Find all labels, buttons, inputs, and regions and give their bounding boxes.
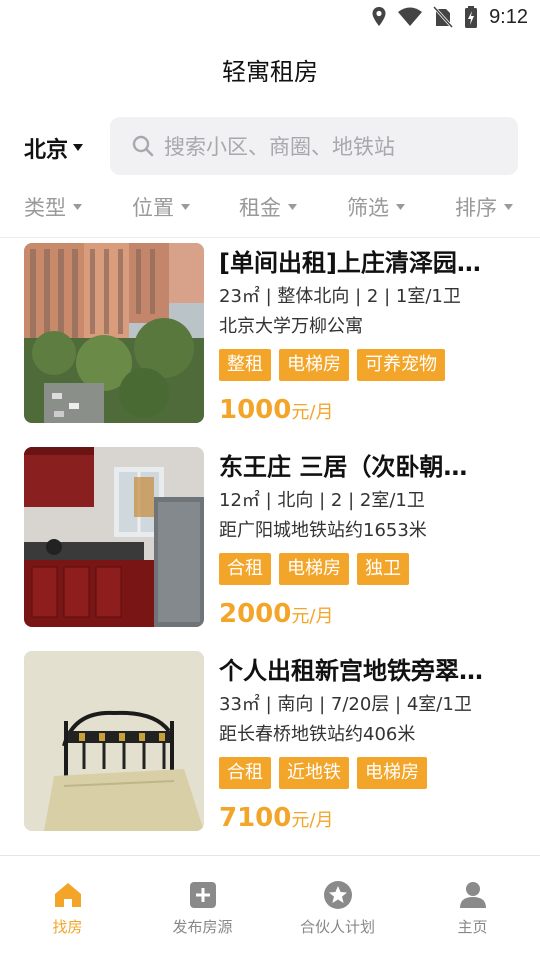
listing-title: 个人出租新宫地铁旁翠…	[219, 657, 483, 685]
listing-price: 2000元/月	[219, 597, 524, 631]
listing-tag: 电梯房	[279, 553, 349, 585]
caret-down-icon	[73, 203, 82, 210]
caret-down-icon	[181, 203, 190, 210]
status-time: 9:12	[489, 5, 528, 28]
filter-label: 筛选	[347, 196, 389, 220]
tab-label: 合伙人计划	[299, 918, 375, 936]
person-icon	[459, 882, 486, 908]
listing-title: [单间出租]上庄清泽园…	[219, 249, 481, 277]
listing-tag: 合租	[219, 553, 271, 585]
home-icon	[54, 883, 81, 907]
caret-down-icon	[396, 203, 405, 210]
tab-label: 找房	[52, 918, 83, 936]
wifi-icon	[398, 7, 423, 26]
listing-location: 北京大学万柳公寓	[219, 316, 363, 337]
listing-photo	[24, 651, 204, 831]
tab-partner-plan[interactable]: 合伙人计划	[270, 880, 405, 937]
filter-type[interactable]: 类型	[24, 192, 83, 222]
star-circle-icon	[323, 881, 352, 909]
listing-tag: 合租	[219, 757, 271, 789]
price-value: 2000	[219, 599, 292, 629]
listing-price: 7100元/月	[219, 801, 524, 835]
search-icon	[132, 135, 154, 157]
price-value: 7100	[219, 803, 292, 833]
price-unit: 元/月	[291, 402, 334, 423]
listing-card[interactable]: [单间出租]上庄清泽园… 23㎡ | 整体北向 | 2 | 1室/1卫 北京大学…	[24, 243, 524, 425]
location-icon	[372, 7, 386, 26]
city-selector[interactable]: 北京	[24, 132, 84, 164]
listing-tag: 电梯房	[279, 349, 349, 381]
filter-more[interactable]: 筛选	[347, 192, 406, 222]
listing-tag: 可养宠物	[357, 349, 445, 381]
listing-tag: 独卫	[357, 553, 409, 585]
filter-sort[interactable]: 排序	[455, 192, 514, 222]
price-unit: 元/月	[291, 606, 334, 627]
city-label: 北京	[24, 138, 69, 163]
filter-bar: 类型 位置 租金 筛选 排序	[0, 192, 540, 228]
price-value: 1000	[219, 395, 292, 425]
listing-price: 1000元/月	[219, 393, 524, 427]
search-input[interactable]: 搜索小区、商圈、地铁站	[110, 117, 518, 175]
search-placeholder: 搜索小区、商圈、地铁站	[164, 135, 395, 159]
filter-rent[interactable]: 租金	[239, 192, 298, 222]
no-sim-icon	[433, 6, 454, 28]
listing-tag: 电梯房	[357, 757, 427, 789]
listing-card[interactable]: 东王庄 三居（次卧朝… 12㎡ | 北向 | 2 | 2室/1卫 距广阳城地铁站…	[24, 447, 524, 629]
page-title: 轻寓租房	[222, 58, 318, 86]
caret-down-icon	[73, 144, 84, 151]
filter-location[interactable]: 位置	[132, 192, 191, 222]
tab-label: 发布房源	[172, 918, 233, 936]
filter-label: 排序	[455, 196, 497, 220]
listing-tag: 近地铁	[279, 757, 349, 789]
bottom-tab-bar: 找房 发布房源 合伙人计划 主页	[0, 855, 540, 960]
filter-label: 租金	[239, 196, 281, 220]
battery-charging-icon	[465, 6, 478, 28]
listing-meta: 33㎡ | 南向 | 7/20层 | 4室/1卫	[219, 694, 472, 715]
listing-tags: 合租 近地铁 电梯房	[219, 757, 524, 789]
listing-photo	[24, 447, 204, 627]
tab-post-listing[interactable]: 发布房源	[135, 880, 270, 937]
listing-photo	[24, 243, 204, 423]
status-bar: 9:12	[0, 0, 540, 36]
listing-location: 距长春桥地铁站约406米	[219, 724, 416, 745]
price-unit: 元/月	[291, 810, 334, 831]
listing-location: 距广阳城地铁站约1653米	[219, 520, 427, 541]
listing-meta: 23㎡ | 整体北向 | 2 | 1室/1卫	[219, 286, 461, 307]
tab-find-house[interactable]: 找房	[0, 880, 135, 937]
plus-square-icon	[189, 882, 216, 908]
listing-tags: 合租 电梯房 独卫	[219, 553, 524, 585]
filter-label: 位置	[132, 196, 174, 220]
tab-profile[interactable]: 主页	[405, 880, 540, 937]
tab-label: 主页	[457, 918, 488, 936]
caret-down-icon	[288, 203, 297, 210]
listing-tag: 整租	[219, 349, 271, 381]
filter-divider	[0, 237, 540, 238]
listing-tags: 整租 电梯房 可养宠物	[219, 349, 524, 381]
listing-card[interactable]: 个人出租新宫地铁旁翠… 33㎡ | 南向 | 7/20层 | 4室/1卫 距长春…	[24, 651, 524, 833]
filter-label: 类型	[24, 196, 66, 220]
listing-title: 东王庄 三居（次卧朝…	[219, 453, 468, 481]
caret-down-icon	[504, 203, 513, 210]
listing-meta: 12㎡ | 北向 | 2 | 2室/1卫	[219, 490, 425, 511]
